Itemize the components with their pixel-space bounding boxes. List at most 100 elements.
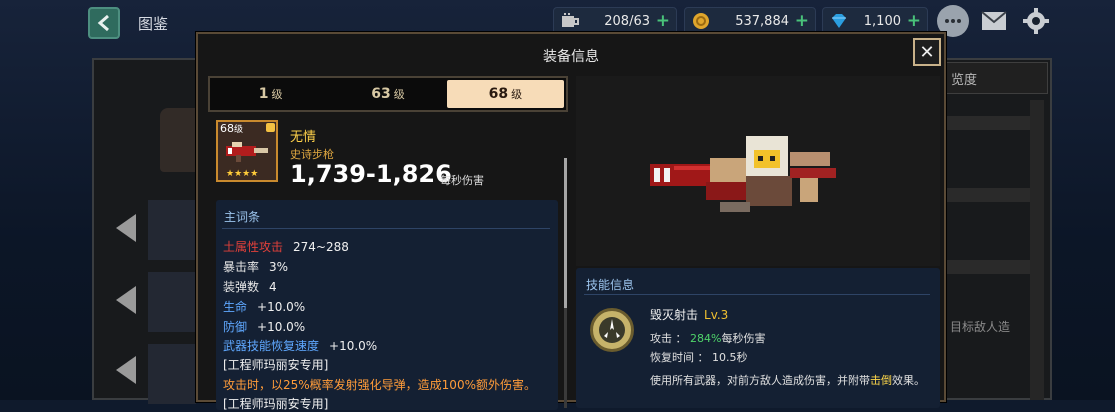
skill-description: 使用所有武器，对前方敌人造成伤害，并附带击倒效果。 [650,372,925,388]
item-level: 68级 [220,122,243,135]
weapon-preview [576,76,940,266]
background-tab[interactable]: 览度 [940,62,1048,94]
stat-key: 土属性攻击 [223,240,284,254]
divider [584,294,930,295]
stat-row: 生命 +10.0% [223,298,305,315]
main-stats-header: 主词条 [224,210,261,224]
background-slot [148,344,196,404]
chevron-left-icon [97,14,109,32]
coffee-value: 208/63 [604,13,650,29]
skill-info-header: 技能信息 [586,278,635,292]
tab-level-number: 68 [488,86,509,102]
stat-row: 防御 +10.0% [223,318,305,335]
stat-row: 暴击率 3% [223,258,288,275]
rifle-icon [226,142,268,162]
item-damage-label: 每秒伤害 [440,174,484,187]
background-slot [148,272,196,332]
mail-button[interactable] [978,5,1010,37]
tab-level-1[interactable]: 1级 [212,80,329,108]
stat-row: 土属性攻击 274~288 [223,238,349,255]
exclusive-label: [工程师玛丽安专用] [223,358,329,372]
item-level-unit: 级 [234,125,244,135]
character-sprite [650,136,836,212]
modal-title: 装备信息 [543,49,599,65]
exclusive-label: [工程师玛丽安专用] [223,397,329,411]
item-name: 无情 [290,130,317,145]
stat-value: +10.0% [257,320,306,334]
gem-value: 1,100 [863,13,901,29]
item-level-number: 68 [220,122,234,135]
skill-attack-percent: 284% [690,332,722,345]
stat-value: 4 [269,280,277,294]
background-scroll [1030,100,1044,400]
close-icon: ✕ [919,41,935,63]
stat-value: 274~288 [293,240,349,254]
coffee-resource: 208/63 + [553,7,677,35]
equipment-info-modal: 装备信息 ✕ 1级 63 级 68 级 68级 ★★★★ 无情 史诗步枪 1,739… [196,32,946,411]
tab-level-number: 1 [258,86,269,102]
main-stats-panel: 主词条 土属性攻击 274~288 暴击率 3% 装弹数 4 生命 +10.0% 防御 +… [216,200,558,411]
tab-level-number: 63 [371,86,391,102]
coffee-cup-icon [562,13,579,27]
level-tabs: 1级 63 级 68 级 [208,76,568,112]
stat-key: 装弹数 [223,280,260,294]
stat-key: 武器技能恢复速度 [223,339,320,353]
stat-row: 武器技能恢复速度 +10.0% [223,337,377,354]
item-header: 68级 ★★★★ 无情 史诗步枪 1,739-1,826 每秒伤害 [216,120,568,195]
scrollbar-thumb[interactable] [564,158,567,308]
skill-attack-label: 攻击 ： [650,332,687,345]
skill-attack-suffix: 每秒伤害 [721,332,766,345]
tab-level-unit: 级 [511,88,523,101]
skill-cooldown: 恢复时间 ： 10.5秒 [650,351,748,364]
page-title: 图鉴 [138,15,169,33]
tab-level-68[interactable]: 68 级 [446,80,564,108]
arrow-left-icon[interactable] [116,356,136,384]
tab-level-unit: 级 [271,88,283,101]
gem-resource: 1,100 + [822,7,928,35]
mail-icon [981,11,1007,30]
close-button[interactable]: ✕ [913,38,941,66]
settings-button[interactable] [1020,5,1052,37]
arrow-left-icon[interactable] [116,214,136,242]
stat-key: 防御 [223,320,248,334]
rarity-stars: ★★★★ [226,169,259,179]
item-damage: 1,739-1,826 [290,160,452,188]
back-button[interactable] [88,7,120,39]
skill-level: Lv.3 [704,308,729,322]
skill-name-text: 毁灭射击 [650,308,699,322]
background-snippet: 目标敌人造 [950,320,1011,334]
divider [222,228,550,229]
add-coffee-button[interactable]: + [656,11,670,31]
skill-icon[interactable] [590,308,634,352]
gold-coin-icon [693,13,709,29]
missile-burst-icon [599,317,625,343]
skill-name: 毁灭射击 Lv.3 [650,306,728,323]
stat-key: 暴击率 [223,260,260,274]
exclusive-effect: 攻击时，以25%概率发射强化导弹，造成100%额外伤害。 [223,378,536,392]
skill-info-panel: 技能信息 毁灭射击 Lv.3 攻击 ： 284%每秒伤害 恢复时间 ： 10.5秒… [576,268,940,408]
add-gem-button[interactable]: + [907,11,921,31]
tab-level-unit: 级 [393,88,405,101]
stat-row: 装弹数 4 [223,278,277,295]
skill-desc-text: 使用所有武器，对前方敌人造成伤害，并附带 [650,374,870,387]
stats-scrollbar[interactable] [564,158,567,408]
stat-value: +10.0% [329,339,378,353]
background-slot [148,200,196,260]
badge-icon [266,123,275,132]
equipment-details: 1级 63 级 68 级 68级 ★★★★ 无情 史诗步枪 1,739-1,826 … [208,76,568,411]
tab-level-63[interactable]: 63 级 [329,80,446,108]
background-tab-label: 览度 [951,72,978,88]
weapon-icon[interactable]: 68级 ★★★★ [216,120,278,182]
gold-value: 537,884 [735,13,789,29]
stat-value: +10.0% [257,300,306,314]
arrow-left-icon[interactable] [116,286,136,314]
skill-attack: 攻击 ： 284%每秒伤害 [650,330,765,346]
gold-resource: 537,884 + [684,7,816,35]
gear-icon [1023,8,1049,34]
stat-value: 3% [269,260,289,274]
skill-desc-suffix: 效果。 [892,374,925,387]
skill-desc-highlight: 击倒 [870,374,892,387]
stat-key: 生命 [223,300,248,314]
gem-icon [832,14,846,28]
add-gold-button[interactable]: + [795,11,809,31]
